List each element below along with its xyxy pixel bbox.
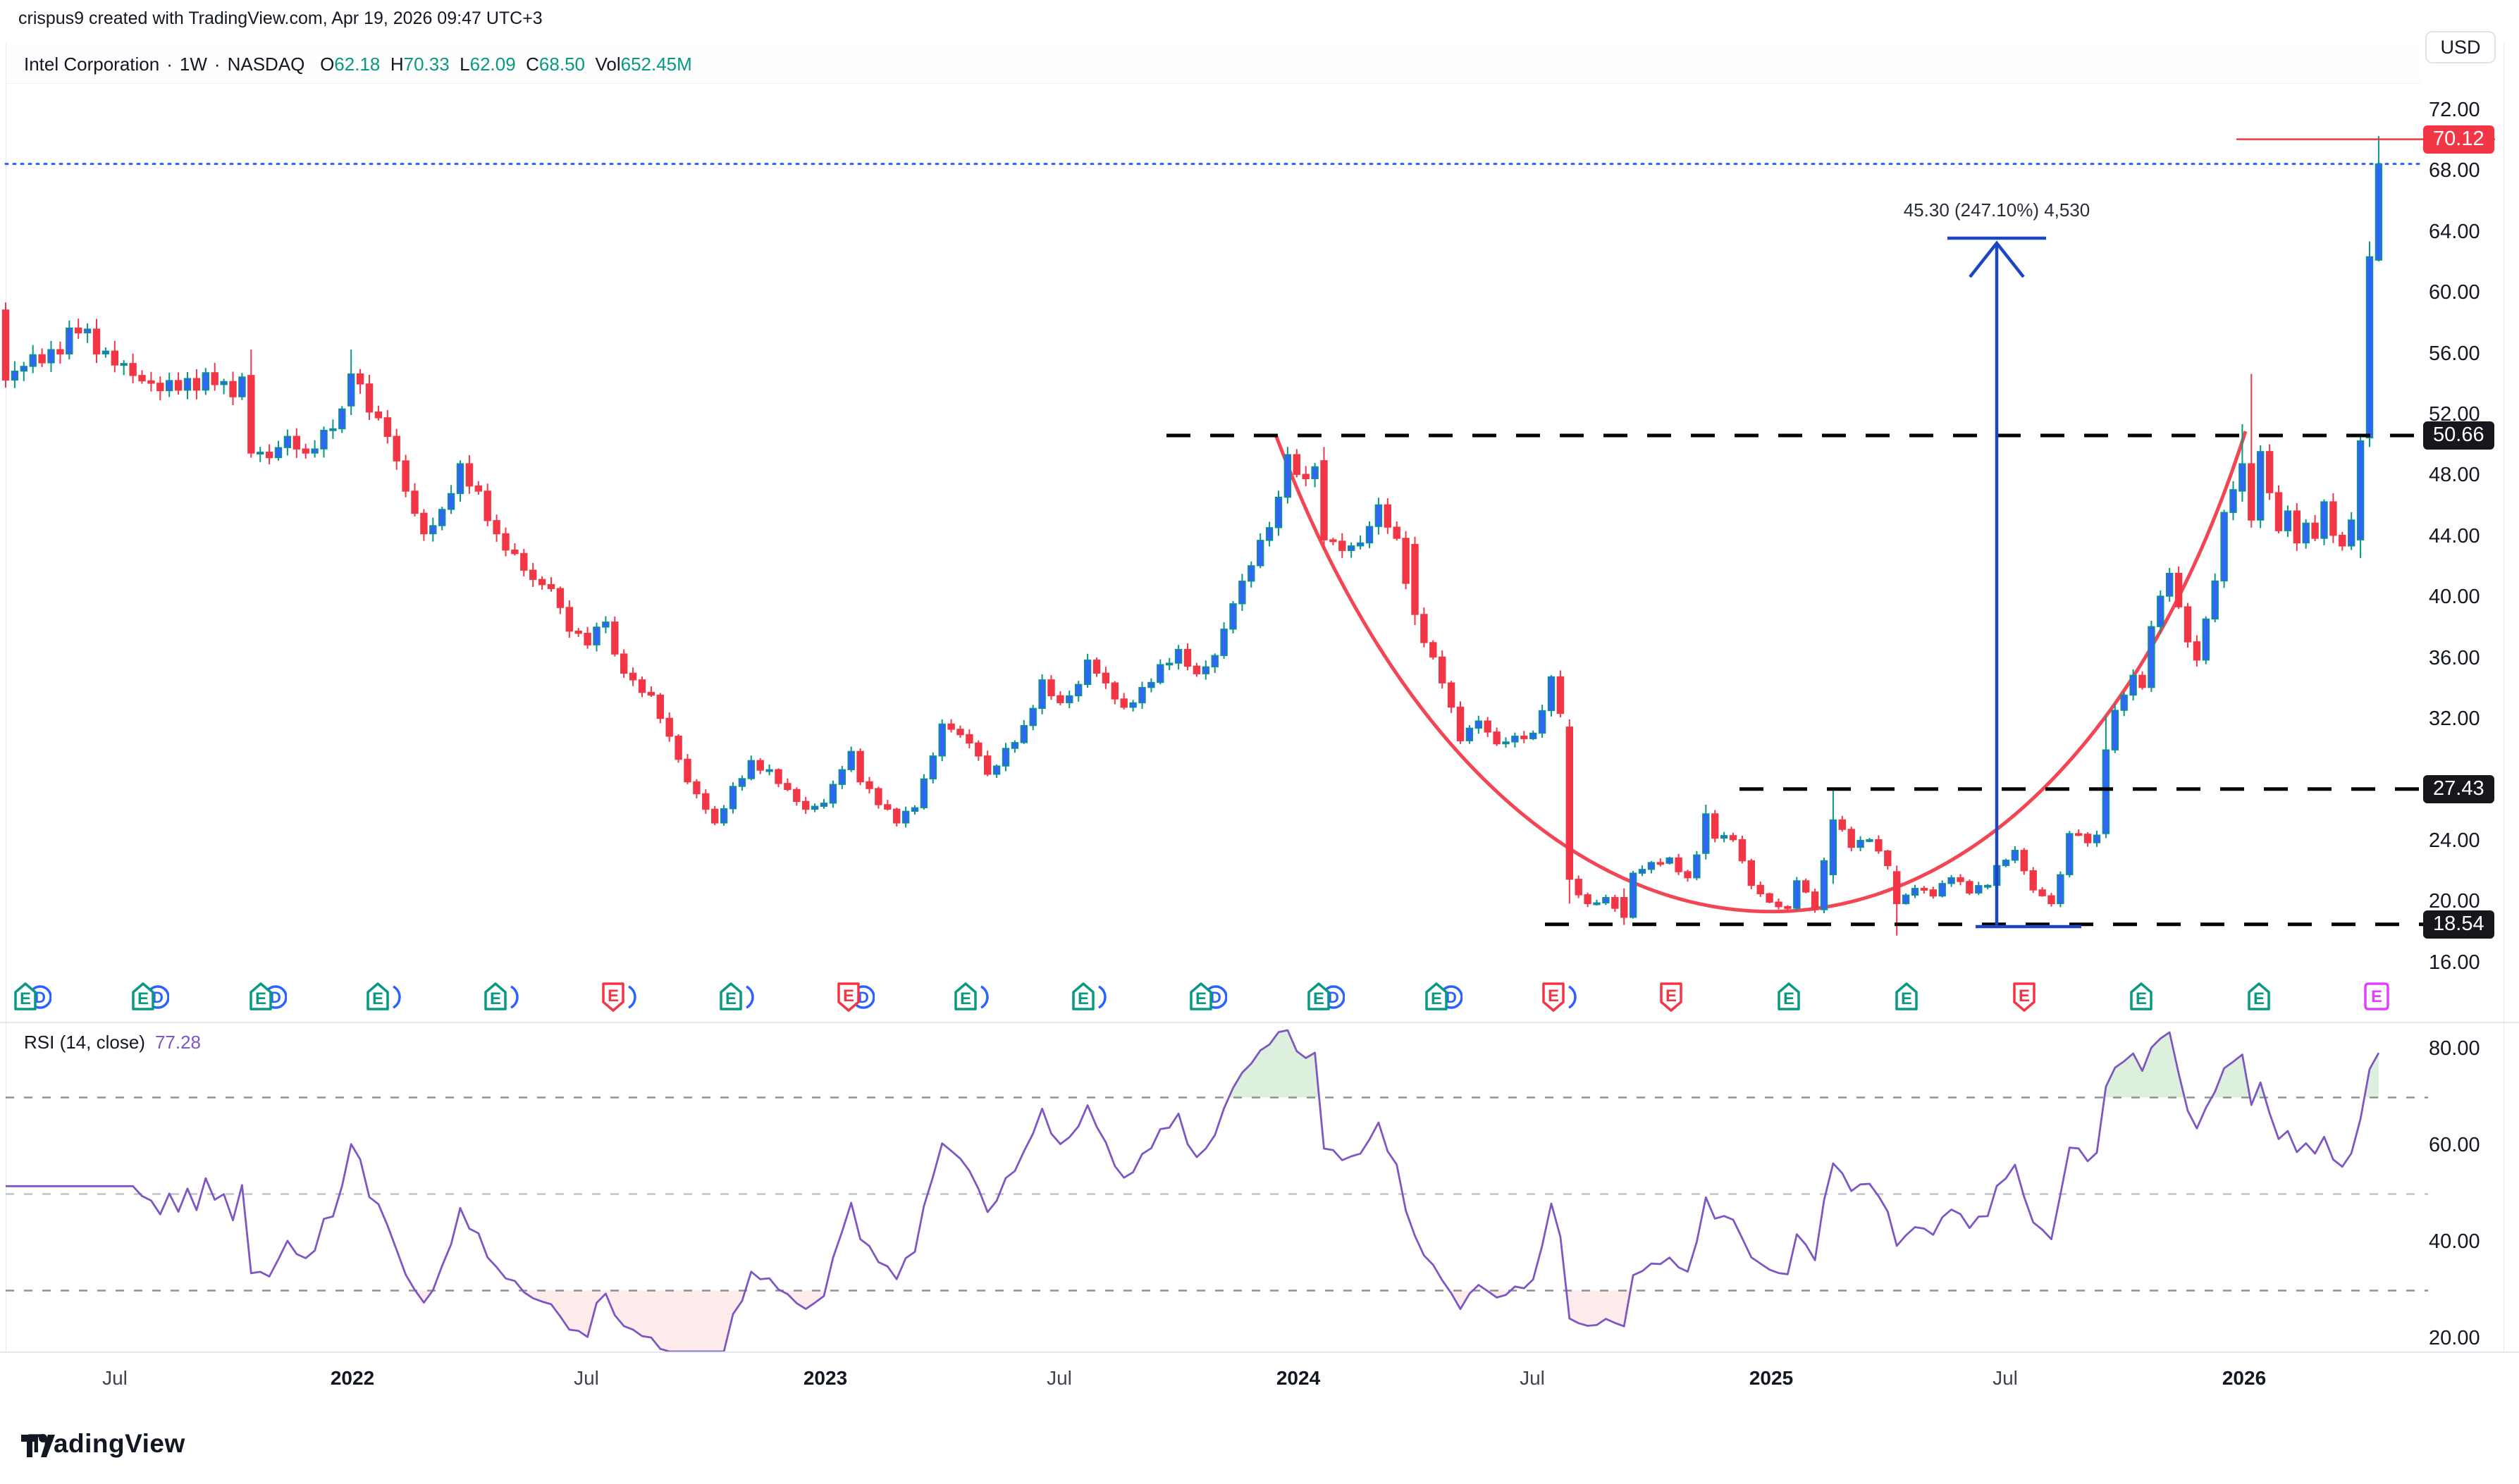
svg-text:E: E <box>2136 989 2147 1008</box>
time-axis-separator[interactable] <box>0 1352 2519 1353</box>
time-label-Jul[interactable]: Jul <box>1047 1367 1072 1390</box>
price-tick-60.00[interactable]: 60.00 <box>2429 281 2480 304</box>
earnings-beat-icon[interactable]: E <box>482 981 522 1020</box>
svg-text:E: E <box>1313 989 1324 1008</box>
earnings-miss-icon[interactable]: E <box>1658 981 1697 1020</box>
earnings-beat-icon[interactable]: DE <box>1423 981 1462 1020</box>
price-tick-24.00[interactable]: 24.00 <box>2429 829 2480 853</box>
rsi-indicator-value: 77.28 <box>155 1032 201 1053</box>
svg-text:E: E <box>490 989 501 1008</box>
candlesticks <box>3 136 2382 936</box>
svg-text:E: E <box>725 989 737 1008</box>
price-and-rsi-plot[interactable] <box>0 0 2519 1484</box>
price-tick-56.00[interactable]: 56.00 <box>2429 342 2480 366</box>
price-tick-72.00[interactable]: 72.00 <box>2429 99 2480 122</box>
price-chip-18.54: 18.54 <box>2423 910 2494 939</box>
price-tick-36.00[interactable]: 36.00 <box>2429 647 2480 670</box>
price-chip-50.66: 50.66 <box>2423 421 2494 450</box>
svg-text:E: E <box>137 989 149 1008</box>
earnings-miss-icon[interactable]: DE <box>835 981 875 1020</box>
earnings-beat-icon[interactable]: E <box>952 981 992 1020</box>
time-label-Jul[interactable]: Jul <box>574 1367 599 1390</box>
tradingview-logo-icon <box>20 1429 56 1463</box>
rsi-indicator-name[interactable]: RSI (14, close) <box>24 1032 145 1053</box>
price-tick-68.00[interactable]: 68.00 <box>2429 159 2480 183</box>
svg-text:E: E <box>960 989 971 1008</box>
svg-text:E: E <box>2019 987 2030 1006</box>
svg-text:E: E <box>2371 987 2382 1006</box>
earnings-miss-icon[interactable]: E <box>1540 981 1579 1020</box>
svg-text:E: E <box>255 989 266 1008</box>
svg-text:E: E <box>1665 987 1677 1006</box>
price-tick-16.00[interactable]: 16.00 <box>2429 951 2480 975</box>
time-label-Jul[interactable]: Jul <box>102 1367 128 1390</box>
svg-text:E: E <box>608 987 619 1006</box>
earnings-beat-icon[interactable]: E <box>364 981 404 1020</box>
rsi-tick-40.00[interactable]: 40.00 <box>2429 1230 2480 1254</box>
earnings-beat-icon[interactable]: DE <box>1188 981 1227 1020</box>
svg-text:E: E <box>1078 989 1089 1008</box>
time-label-2023[interactable]: 2023 <box>803 1367 847 1390</box>
earnings-beat-icon[interactable]: DE <box>1305 981 1345 1020</box>
svg-text:E: E <box>1901 989 1912 1008</box>
svg-text:E: E <box>1431 989 1442 1008</box>
svg-text:E: E <box>1195 989 1207 1008</box>
price-tick-32.00[interactable]: 32.00 <box>2429 707 2480 731</box>
rsi-line[interactable] <box>6 1030 2379 1352</box>
time-label-2026[interactable]: 2026 <box>2222 1367 2266 1390</box>
price-chip-27.43: 27.43 <box>2423 775 2494 803</box>
price-tick-40.00[interactable]: 40.00 <box>2429 586 2480 609</box>
earnings-beat-icon[interactable]: E <box>2128 981 2167 1020</box>
earnings-beat-icon[interactable]: E <box>717 981 757 1020</box>
earnings-beat-icon[interactable]: DE <box>130 981 169 1020</box>
earnings-beat-icon[interactable]: E <box>2246 981 2285 1020</box>
svg-text:E: E <box>20 989 31 1008</box>
earnings-beat-icon[interactable]: DE <box>247 981 287 1020</box>
earnings-upcoming-icon[interactable]: E <box>2363 981 2403 1020</box>
rsi-tick-80.00[interactable]: 80.00 <box>2429 1037 2480 1061</box>
time-label-2025[interactable]: 2025 <box>1749 1367 1793 1390</box>
earnings-miss-icon[interactable]: E <box>600 981 639 1020</box>
svg-text:E: E <box>843 987 854 1006</box>
rsi-tick-60.00[interactable]: 60.00 <box>2429 1134 2480 1157</box>
price-tick-44.00[interactable]: 44.00 <box>2429 525 2480 548</box>
price-tick-48.00[interactable]: 48.00 <box>2429 464 2480 487</box>
tradingview-logo[interactable]: TradingView <box>20 1429 185 1459</box>
svg-text:E: E <box>1548 987 1559 1006</box>
svg-text:E: E <box>1783 989 1794 1008</box>
earnings-miss-icon[interactable]: E <box>2011 981 2050 1020</box>
time-label-Jul[interactable]: Jul <box>1520 1367 1545 1390</box>
price-chip-70.12: 70.12 <box>2423 125 2494 154</box>
svg-text:E: E <box>2253 989 2265 1008</box>
price-range-measure-arrow[interactable] <box>1947 238 2081 927</box>
measure-annotation-label[interactable]: 45.30 (247.10%) 4,530 <box>1904 199 2090 221</box>
panel-separator[interactable] <box>0 1022 2519 1023</box>
rsi-indicator-legend[interactable]: RSI (14, close) 77.28 <box>24 1032 201 1053</box>
earnings-beat-icon[interactable]: DE <box>12 981 51 1020</box>
time-label-2024[interactable]: 2024 <box>1276 1367 1320 1390</box>
earnings-beat-icon[interactable]: E <box>1070 981 1109 1020</box>
svg-text:E: E <box>372 989 383 1008</box>
time-label-2022[interactable]: 2022 <box>331 1367 374 1390</box>
earnings-beat-icon[interactable]: E <box>1775 981 1815 1020</box>
price-tick-64.00[interactable]: 64.00 <box>2429 221 2480 244</box>
chart-window: crispus9 created with TradingView.com, A… <box>0 0 2519 1484</box>
time-label-Jul[interactable]: Jul <box>1993 1367 2018 1390</box>
earnings-beat-icon[interactable]: E <box>1893 981 1933 1020</box>
rsi-tick-20.00[interactable]: 20.00 <box>2429 1327 2480 1350</box>
